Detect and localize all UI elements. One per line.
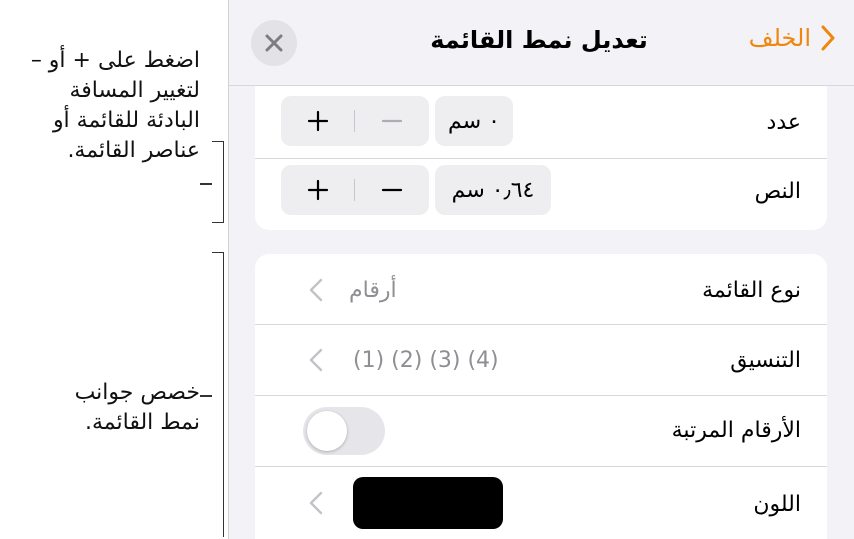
- decrease-button[interactable]: [355, 96, 429, 146]
- bullet-indent-stepper: [281, 96, 429, 146]
- callout-line: لتغيير المسافة: [69, 78, 200, 103]
- text-indent-value: ٠٫٦٤ سم: [435, 165, 551, 215]
- callout-line: البادئة للقائمة أو: [52, 108, 200, 133]
- format-row[interactable]: (1) (2) (3) (4) التنسيق: [255, 325, 827, 395]
- bullet-indent-value: ٠ سم: [435, 96, 513, 146]
- edit-list-style-panel: تعديل نمط القائمة الخلف ٠ سم عدد ٠٫٦٤ سم…: [228, 0, 854, 539]
- callout-leader-line: [200, 183, 212, 185]
- bullet-indent-row: ٠ سم عدد: [255, 86, 827, 158]
- back-button[interactable]: الخلف: [749, 24, 835, 52]
- tiered-numbers-row: الأرقام المرتبة: [255, 396, 827, 466]
- callout-line: عناصر القائمة.: [67, 138, 200, 163]
- chevron-left-icon: [309, 278, 323, 302]
- callout-line: اضغط على + أو –: [30, 48, 200, 73]
- page-title: تعديل نمط القائمة: [430, 26, 648, 54]
- close-icon: [265, 34, 283, 52]
- tiered-numbers-label: الأرقام المرتبة: [671, 418, 801, 443]
- toggle-knob: [307, 411, 347, 451]
- increase-button[interactable]: [281, 165, 355, 215]
- callout-line: نمط القائمة.: [85, 410, 200, 435]
- list-type-label: نوع القائمة: [702, 278, 801, 303]
- format-label: التنسيق: [730, 348, 801, 373]
- plus-icon: [307, 110, 329, 132]
- navigation-bar: تعديل نمط القائمة الخلف: [229, 0, 854, 86]
- chevron-left-icon: [309, 348, 323, 372]
- callout-indent: اضغط على + أو – لتغيير المسافة البادئة ل…: [0, 46, 200, 166]
- list-type-row[interactable]: أرقام نوع القائمة: [255, 254, 827, 324]
- chevron-right-icon: [821, 25, 835, 51]
- format-value: (1) (2) (3) (4): [353, 348, 499, 373]
- chevron-left-icon: [309, 491, 323, 515]
- decrease-button[interactable]: [355, 165, 429, 215]
- minus-icon: [381, 119, 403, 123]
- close-button[interactable]: [251, 20, 297, 66]
- color-row[interactable]: اللون: [255, 467, 827, 539]
- plus-icon: [307, 179, 329, 201]
- text-indent-row: ٠٫٦٤ سم النص: [255, 159, 827, 230]
- callout-bracket: [212, 252, 224, 537]
- indent-settings-group: ٠ سم عدد ٠٫٦٤ سم النص: [255, 86, 827, 230]
- color-swatch[interactable]: [353, 477, 503, 529]
- back-label: الخلف: [748, 24, 811, 52]
- text-indent-stepper: [281, 165, 429, 215]
- minus-icon: [381, 188, 403, 192]
- color-label: اللون: [753, 492, 801, 517]
- tiered-numbers-toggle[interactable]: [303, 407, 385, 455]
- callout-bracket: [212, 141, 224, 223]
- list-style-group: أرقام نوع القائمة (1) (2) (3) (4) التنسي…: [255, 254, 827, 539]
- callout-leader-line: [200, 395, 212, 397]
- callout-style: خصص جوانب نمط القائمة.: [0, 378, 200, 438]
- list-type-value: أرقام: [349, 278, 397, 303]
- bullet-indent-label: عدد: [766, 110, 801, 135]
- increase-button[interactable]: [281, 96, 355, 146]
- callout-line: خصص جوانب: [74, 380, 200, 405]
- text-indent-label: النص: [754, 179, 801, 204]
